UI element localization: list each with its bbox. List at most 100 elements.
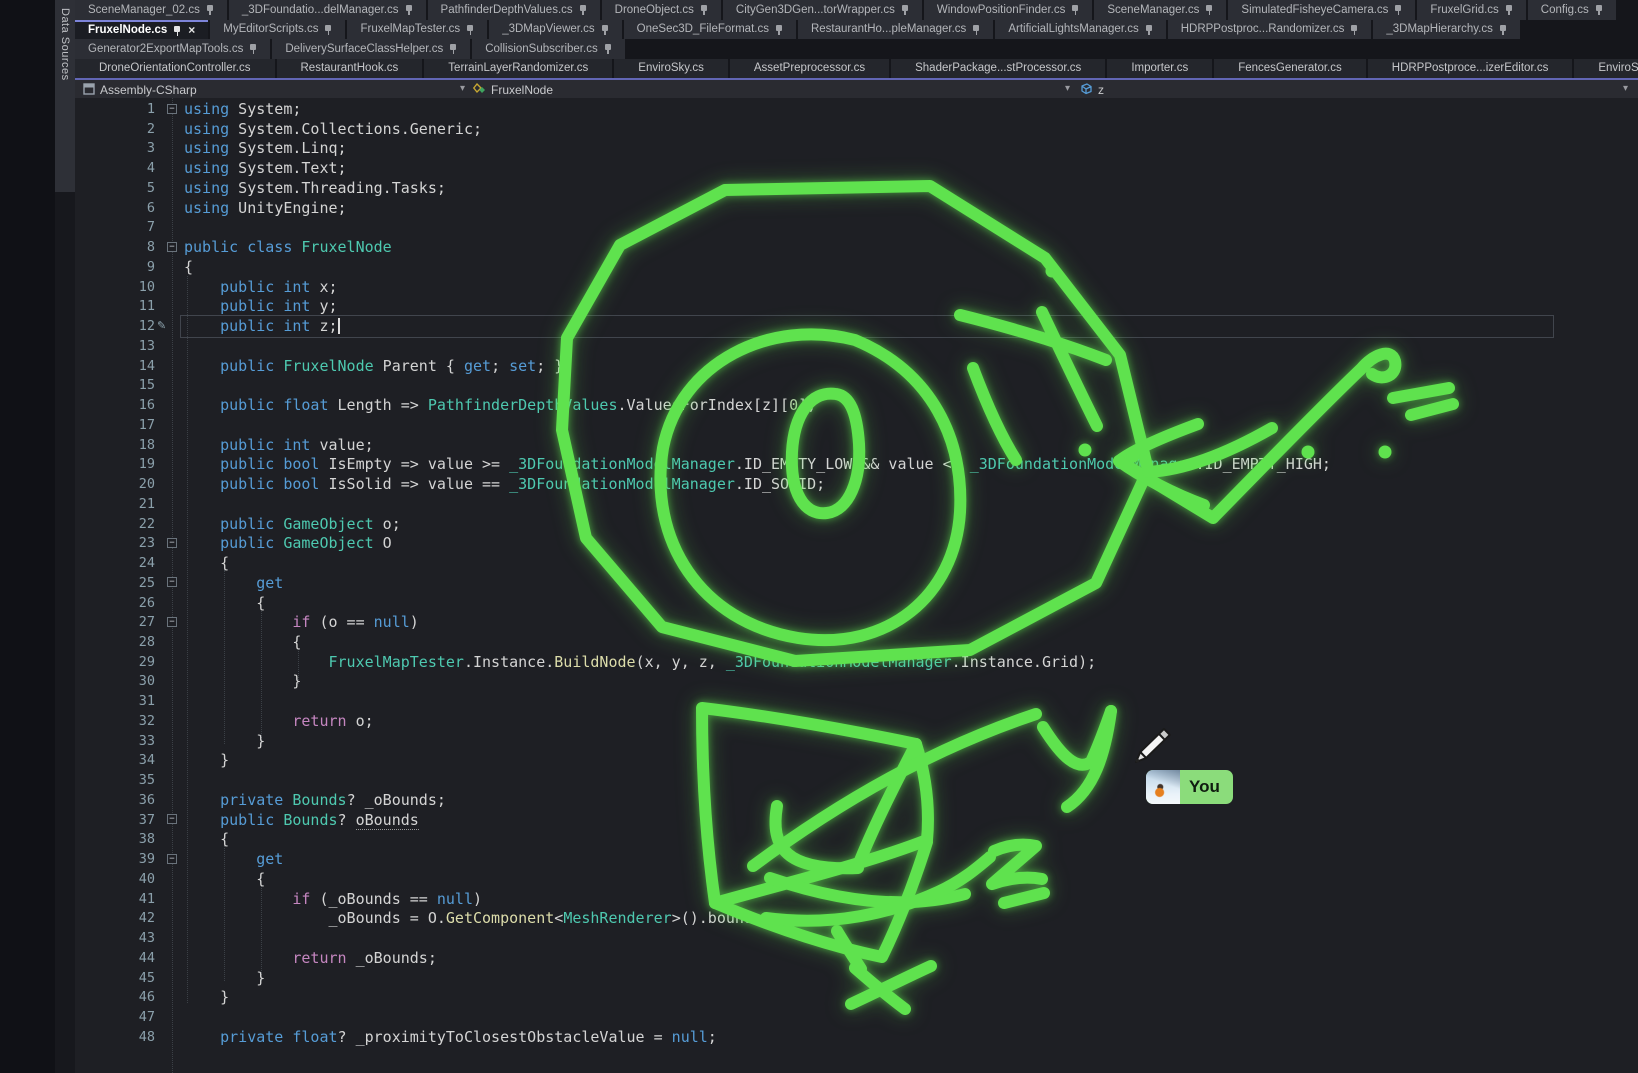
project-dropdown[interactable]: Assembly-CSharp <box>83 82 197 98</box>
tab-3dfoundatio-delmanager-cs[interactable]: _3DFoundatio...delManager.cs <box>229 0 426 20</box>
tab-fruxelnode-cs[interactable]: FruxelNode.cs× <box>75 20 208 40</box>
tab-scenemanager-cs[interactable]: SceneManager.cs <box>1094 0 1226 20</box>
code-line[interactable]: 11 public int y; <box>75 296 1638 316</box>
code-line[interactable]: 32 return o; <box>75 711 1638 731</box>
tab-droneorientationcontroller-cs[interactable]: DroneOrientationController.cs <box>75 59 275 79</box>
member-dropdown[interactable]: z <box>1079 82 1104 98</box>
pin-icon[interactable] <box>449 43 457 54</box>
fold-marker[interactable]: − <box>167 242 177 252</box>
code-line[interactable]: 2using System.Collections.Generic; <box>75 119 1638 139</box>
pin-icon[interactable] <box>700 4 708 15</box>
code-line[interactable]: 21 <box>75 494 1638 514</box>
fold-marker[interactable]: − <box>167 854 177 864</box>
tab-fruxelmaptester-cs[interactable]: FruxelMapTester.cs <box>347 20 487 40</box>
code-line[interactable]: 46 } <box>75 987 1638 1007</box>
tab-config-cs[interactable]: Config.cs <box>1528 0 1616 20</box>
tab-assetpreprocessor-cs[interactable]: AssetPreprocessor.cs <box>730 59 889 79</box>
fold-marker[interactable]: − <box>167 577 177 587</box>
code-line[interactable]: 31 <box>75 691 1638 711</box>
tab-onesec3d-fileformat-cs[interactable]: OneSec3D_FileFormat.cs <box>624 20 796 40</box>
tab-collisionsubscriber-cs[interactable]: CollisionSubscriber.cs <box>472 39 625 59</box>
pin-icon[interactable] <box>206 4 214 15</box>
tab-restauranthook-cs[interactable]: RestaurantHook.cs <box>277 59 423 79</box>
code-line[interactable]: 7 <box>75 217 1638 237</box>
chevron-down-icon[interactable]: ▾ <box>1623 83 1628 94</box>
pin-icon[interactable] <box>901 4 909 15</box>
pin-icon[interactable] <box>1595 4 1603 15</box>
tab-importer-cs[interactable]: Importer.cs <box>1107 59 1212 79</box>
fold-marker[interactable]: − <box>167 538 177 548</box>
tab-scenemanager-02-cs[interactable]: SceneManager_02.cs <box>75 0 227 20</box>
tab-artificiallightsmanager-cs[interactable]: ArtificialLightsManager.cs <box>995 20 1165 40</box>
code-line[interactable]: 40 { <box>75 869 1638 889</box>
code-line[interactable]: 18 public int value; <box>75 435 1638 455</box>
tab-fruxelgrid-cs[interactable]: FruxelGrid.cs <box>1417 0 1525 20</box>
code-line[interactable]: 9{ <box>75 257 1638 277</box>
tab-deliverysurfaceclasshelper-cs[interactable]: DeliverySurfaceClassHelper.cs <box>272 39 470 59</box>
pin-icon[interactable] <box>1071 4 1079 15</box>
tab-pathfinderdepthvalues-cs[interactable]: PathfinderDepthValues.cs <box>428 0 600 20</box>
tab-3dmaphierarchy-cs[interactable]: _3DMapHierarchy.cs <box>1373 20 1520 40</box>
tab-fencesgenerator-cs[interactable]: FencesGenerator.cs <box>1214 59 1366 79</box>
code-line[interactable]: 25− get <box>75 573 1638 593</box>
tab-terrainlayerrandomizer-cs[interactable]: TerrainLayerRandomizer.cs <box>424 59 612 79</box>
pin-icon[interactable] <box>1499 24 1507 35</box>
code-line[interactable]: 27− if (o == null) <box>75 612 1638 632</box>
chevron-down-icon[interactable]: ▾ <box>1065 83 1070 94</box>
tab-enviroskymgr-cs[interactable]: EnviroSkyMgr.cs <box>1574 59 1638 79</box>
pin-icon[interactable] <box>1205 4 1213 15</box>
tab-simulatedfisheyecamera-cs[interactable]: SimulatedFisheyeCamera.cs <box>1228 0 1415 20</box>
code-line[interactable]: 13 <box>75 336 1638 356</box>
tab-hdrppostproce-izereditor-cs[interactable]: HDRPPostproce...izerEditor.cs <box>1368 59 1573 79</box>
code-line[interactable]: 20 public bool IsSolid => value == _3DFo… <box>75 474 1638 494</box>
chevron-down-icon[interactable]: ▾ <box>460 83 465 94</box>
code-line[interactable]: 12✎ public int z; <box>75 316 1638 336</box>
code-editor[interactable]: 1−using System;2using System.Collections… <box>75 98 1638 1073</box>
code-line[interactable]: 3using System.Linq; <box>75 138 1638 158</box>
code-line[interactable]: 16 public float Length => PathfinderDept… <box>75 395 1638 415</box>
pin-icon[interactable] <box>972 24 980 35</box>
code-line[interactable]: 19 public bool IsEmpty => value >= _3DFo… <box>75 454 1638 474</box>
code-line[interactable]: 48 private float? _proximityToClosestObs… <box>75 1027 1638 1047</box>
code-line[interactable]: 36 private Bounds? _oBounds; <box>75 790 1638 810</box>
tab-hdrppostproc-randomizer-cs[interactable]: HDRPPostproc...Randomizer.cs <box>1168 20 1372 40</box>
code-line[interactable]: 17 <box>75 415 1638 435</box>
code-line[interactable]: 26 { <box>75 593 1638 613</box>
code-line[interactable]: 1−using System; <box>75 99 1638 119</box>
code-line[interactable]: 44 return _oBounds; <box>75 948 1638 968</box>
pin-icon[interactable] <box>249 43 257 54</box>
data-sources-vertical-tab[interactable]: Data Sources <box>55 0 75 192</box>
tab-3dmapviewer-cs[interactable]: _3DMapViewer.cs <box>489 20 621 40</box>
pin-icon[interactable] <box>405 4 413 15</box>
tab-droneobject-cs[interactable]: DroneObject.cs <box>602 0 721 20</box>
pin-icon[interactable] <box>1505 4 1513 15</box>
pin-icon[interactable] <box>604 43 612 54</box>
code-line[interactable]: 35 <box>75 770 1638 790</box>
tab-citygen3dgen-torwrapper-cs[interactable]: CityGen3DGen...torWrapper.cs <box>723 0 922 20</box>
code-line[interactable]: 5using System.Threading.Tasks; <box>75 178 1638 198</box>
code-line[interactable]: 14 public FruxelNode Parent { get; set; … <box>75 356 1638 376</box>
code-line[interactable]: 23− public GameObject O <box>75 533 1638 553</box>
pin-icon[interactable] <box>1350 24 1358 35</box>
code-line[interactable]: 39− get <box>75 849 1638 869</box>
tab-myeditorscripts-cs[interactable]: MyEditorScripts.cs <box>210 20 345 40</box>
code-line[interactable]: 33 } <box>75 731 1638 751</box>
pin-icon[interactable] <box>601 24 609 35</box>
pin-icon[interactable] <box>775 24 783 35</box>
code-line[interactable]: 43 <box>75 928 1638 948</box>
tab-windowpositionfinder-cs[interactable]: WindowPositionFinder.cs <box>924 0 1092 20</box>
pin-icon[interactable] <box>1145 24 1153 35</box>
type-dropdown[interactable]: FruxelNode <box>473 82 553 98</box>
pin-icon[interactable] <box>324 24 332 35</box>
code-line[interactable]: 30 } <box>75 671 1638 691</box>
code-line[interactable]: 47 <box>75 1007 1638 1027</box>
code-line[interactable]: 34 } <box>75 750 1638 770</box>
fold-marker[interactable]: − <box>167 814 177 824</box>
pin-icon[interactable] <box>579 4 587 15</box>
code-line[interactable]: 4using System.Text; <box>75 158 1638 178</box>
pin-icon[interactable] <box>1394 4 1402 15</box>
close-icon[interactable]: × <box>188 23 195 37</box>
code-line[interactable]: 10 public int x; <box>75 277 1638 297</box>
code-line[interactable]: 24 { <box>75 553 1638 573</box>
tab-shaderpackage-stprocessor-cs[interactable]: ShaderPackage...stProcessor.cs <box>891 59 1105 79</box>
